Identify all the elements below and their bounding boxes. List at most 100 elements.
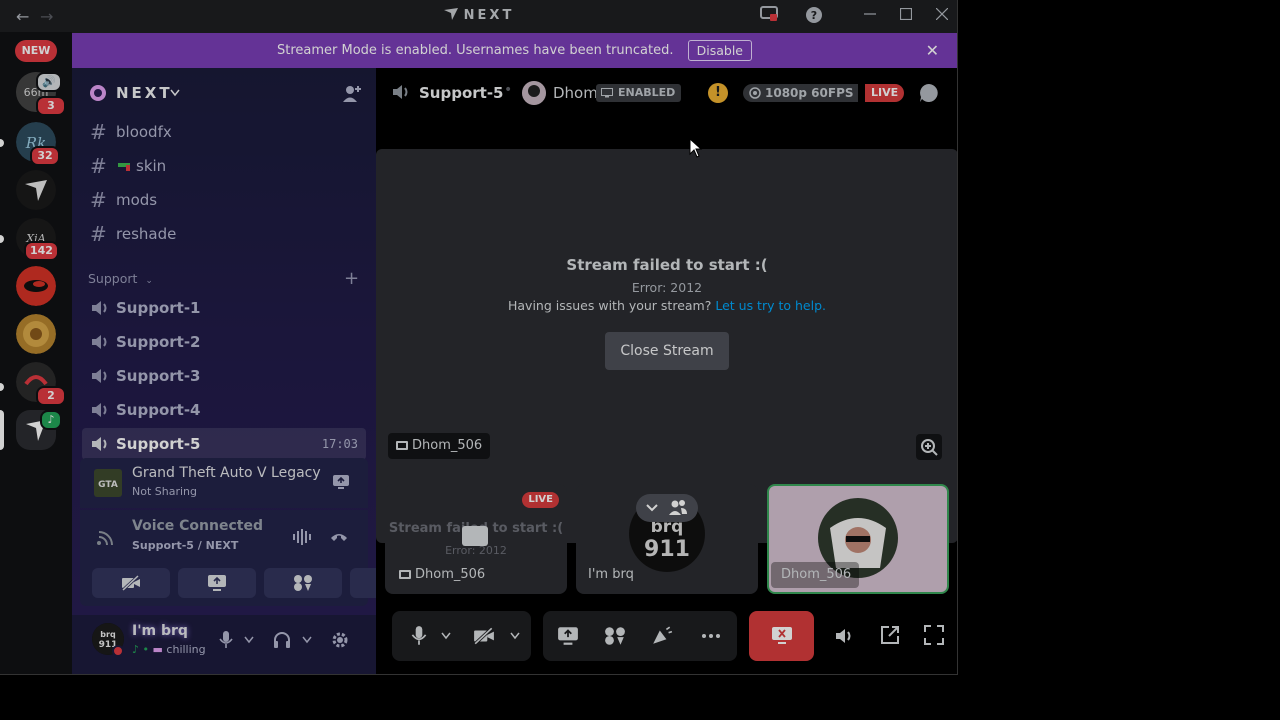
share-screen-icon[interactable]: [332, 473, 350, 491]
channel-mods[interactable]: # mods: [82, 184, 366, 216]
call-header: Support-5 • Dhom ENABLED ! 1080p 60FPS L…: [376, 68, 957, 118]
new-badge[interactable]: NEW: [15, 40, 57, 62]
channel-sidebar: NEXT # bloodfx # skin # mods # reshade S…: [72, 68, 428, 674]
help-link[interactable]: Let us try to help.: [715, 298, 826, 313]
guild-header[interactable]: NEXT: [72, 68, 376, 118]
camera-off-icon[interactable]: [473, 625, 495, 647]
help-icon[interactable]: ?: [804, 6, 824, 26]
chevron-down-icon[interactable]: [244, 636, 254, 644]
server-gold[interactable]: [16, 314, 56, 354]
voice-channel-support-1[interactable]: Support-1: [82, 292, 366, 324]
user-status-text: chilling: [166, 643, 206, 656]
voice-channel-support-4[interactable]: Support-4: [82, 394, 366, 426]
chat-bubble-icon[interactable]: [918, 82, 940, 104]
screen-icon: [396, 441, 408, 450]
owner-name: Dhom_506: [412, 438, 483, 453]
zoom-button[interactable]: [916, 434, 942, 460]
screen-share-status-icon[interactable]: [759, 6, 779, 26]
chevron-down-icon[interactable]: [302, 636, 312, 644]
voice-channel-path[interactable]: Support-5 / NEXT: [132, 539, 238, 552]
chevron-down-icon[interactable]: [646, 504, 658, 512]
help-text: Having issues with your stream?: [507, 298, 712, 313]
speaker-icon: [92, 437, 107, 451]
soundboard-icon[interactable]: [651, 625, 673, 647]
channel-skin[interactable]: # skin: [82, 150, 366, 182]
microphone-icon[interactable]: [218, 630, 234, 650]
stop-streaming-button[interactable]: [749, 611, 814, 661]
tile-overlay-controls[interactable]: [636, 494, 698, 522]
user-status-line[interactable]: ♪ • ▬ chilling: [132, 643, 206, 656]
activities-button[interactable]: [264, 568, 342, 598]
quality-label: 1080p 60FPS: [765, 86, 854, 100]
headphones-icon[interactable]: [272, 630, 292, 650]
server-xia-badge: 142: [24, 241, 59, 261]
share-screen-icon[interactable]: [557, 625, 579, 647]
category-support[interactable]: Support ⌄: [88, 271, 153, 286]
disconnect-icon[interactable]: [329, 530, 349, 544]
fullscreen-icon[interactable]: [923, 624, 945, 646]
participant-tile-stream[interactable]: LIVE Stream failed to start :( Error: 20…: [385, 484, 567, 594]
live-badge: LIVE: [865, 84, 905, 102]
separator-dot: •: [504, 82, 513, 98]
streamer-avatar[interactable]: [522, 81, 546, 105]
warning-icon[interactable]: !: [708, 83, 728, 103]
live-badge: LIVE: [522, 492, 559, 508]
hash-icon: #: [90, 222, 107, 246]
chevron-down-icon: ⌄: [145, 276, 153, 286]
screen-share-icon: [462, 526, 488, 546]
channel-label: Support-3: [116, 367, 201, 385]
volume-icon[interactable]: [834, 625, 854, 647]
guild-icon: [90, 85, 106, 101]
close-stream-button[interactable]: Close Stream: [605, 332, 729, 370]
participant-tile-dhom[interactable]: Dhom_506: [767, 484, 949, 594]
game-activity-panel: GTA Grand Theft Auto V Legacy Not Sharin…: [80, 458, 368, 508]
category-label: Support: [88, 271, 138, 286]
next-logo-icon: [443, 8, 458, 20]
microphone-icon[interactable]: [408, 625, 430, 647]
maximize-button[interactable]: [896, 6, 916, 26]
chevron-down-icon[interactable]: [510, 632, 520, 640]
voice-channel-support-2[interactable]: Support-2: [82, 326, 366, 358]
hash-icon: #: [90, 154, 107, 178]
channel-bloodfx[interactable]: # bloodfx: [82, 116, 366, 148]
server-rail: NEW 66m 3 🔊 Rk 32 XiA 142 2 ♪: [0, 32, 72, 674]
mouse-cursor-icon: [689, 138, 703, 158]
voice-connection-panel: Voice Connected Support-5 / NEXT: [80, 510, 428, 606]
gear-icon[interactable]: [330, 630, 350, 650]
unread-pill: [0, 235, 4, 243]
stream-error-code: Error: 2012: [631, 280, 703, 295]
people-icon[interactable]: [668, 499, 688, 517]
add-channel-icon[interactable]: +: [344, 268, 359, 289]
camera-off-button[interactable]: [92, 568, 170, 598]
dnd-status-icon: [112, 645, 124, 657]
speaker-icon: [92, 335, 107, 349]
username[interactable]: I'm brq: [132, 623, 188, 639]
participant-tile-brq[interactable]: brq 911 I'm brq: [576, 484, 758, 594]
svg-text:?: ?: [811, 9, 817, 22]
add-member-icon[interactable]: [342, 84, 362, 104]
close-window-button[interactable]: [932, 6, 952, 26]
close-banner-button[interactable]: ✕: [926, 33, 939, 68]
share-screen-button[interactable]: [178, 568, 256, 598]
hash-icon: #: [90, 188, 107, 212]
guild-name: NEXT: [116, 84, 173, 102]
signal-icon[interactable]: [96, 528, 116, 548]
chevron-down-icon[interactable]: [441, 632, 451, 640]
server-red[interactable]: [16, 266, 56, 306]
voice-channel-support-3[interactable]: Support-3: [82, 360, 366, 392]
noise-suppression-icon[interactable]: [292, 528, 314, 546]
streamer-name[interactable]: Dhom: [553, 84, 598, 102]
voice-status[interactable]: Voice Connected: [132, 518, 263, 534]
stop-stream-icon: [772, 627, 792, 644]
more-options-icon[interactable]: [700, 625, 722, 647]
disable-button[interactable]: Disable: [687, 40, 752, 61]
channel-label: bloodfx: [116, 123, 172, 141]
user-panel: brq 911 I'm brq ♪ • ▬ chilling: [72, 615, 376, 674]
voice-channel-support-5[interactable]: Support-5 17:03: [82, 428, 366, 460]
channel-reshade[interactable]: # reshade: [82, 218, 366, 250]
channel-label: Support-4: [116, 401, 201, 419]
server-next[interactable]: [16, 170, 56, 210]
pop-out-icon[interactable]: [879, 624, 901, 646]
minimize-button[interactable]: [860, 6, 880, 26]
activities-icon[interactable]: [604, 625, 626, 647]
